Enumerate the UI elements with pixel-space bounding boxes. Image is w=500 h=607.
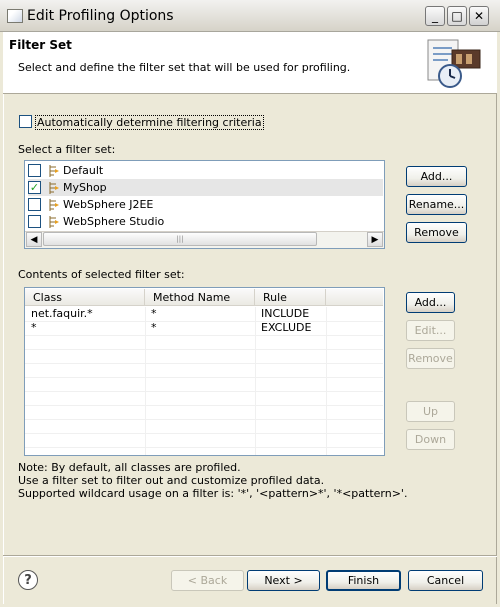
filter-set-checkbox[interactable]: ✓	[28, 181, 41, 194]
grid-line	[25, 349, 383, 350]
cell-rule: INCLUDE	[261, 307, 310, 320]
filter-set-label: Select a filter set:	[18, 143, 116, 156]
page-description: Select and define the filter set that wi…	[18, 61, 351, 74]
grid-line	[25, 321, 383, 322]
auto-criteria-label[interactable]: Automatically determine filtering criter…	[35, 115, 264, 130]
note-text: Use a filter set to filter out and custo…	[18, 474, 325, 487]
list-item[interactable]: ✓ MyShop	[28, 179, 383, 196]
add-filter-set-button[interactable]: Add...	[406, 166, 467, 187]
list-item[interactable]: WebSphere Studio	[28, 213, 164, 230]
filter-set-name: MyShop	[63, 181, 107, 194]
back-button[interactable]: < Back	[171, 570, 244, 591]
scrollbar-thumb[interactable]: |||	[43, 232, 317, 246]
scroll-right-icon[interactable]: ▶	[367, 232, 383, 247]
help-icon[interactable]: ?	[18, 570, 38, 590]
column-header-rule[interactable]: Rule	[255, 289, 326, 306]
edit-filter-button[interactable]: Edit...	[406, 320, 455, 341]
grid-line	[25, 419, 383, 420]
grid-line	[145, 307, 146, 455]
grid-line	[326, 307, 327, 455]
cell-class: net.faquir.*	[31, 307, 93, 320]
cell-method: *	[151, 307, 157, 320]
cell-class: *	[31, 321, 37, 334]
list-item[interactable]: Default	[28, 162, 103, 179]
note-text: Note: By default, all classes are profil…	[18, 461, 241, 474]
filter-set-checkbox[interactable]	[28, 164, 41, 177]
profiling-wizard-icon	[427, 39, 481, 88]
grid-line	[25, 391, 383, 392]
scroll-left-icon[interactable]: ◀	[26, 232, 42, 247]
footer-separator	[3, 555, 497, 557]
grid-line	[255, 307, 256, 455]
add-filter-button[interactable]: Add...	[406, 292, 455, 313]
filter-icon	[49, 164, 59, 177]
cell-method: *	[151, 321, 157, 334]
cancel-button[interactable]: Cancel	[408, 570, 483, 591]
grid-line	[25, 335, 383, 336]
remove-filter-set-button[interactable]: Remove	[406, 222, 467, 243]
next-button[interactable]: Next >	[247, 570, 320, 591]
maximize-button[interactable]: □	[447, 6, 467, 26]
window-title: Edit Profiling Options	[27, 8, 174, 24]
move-down-button[interactable]: Down	[406, 429, 455, 450]
close-button[interactable]: ✕	[469, 6, 489, 26]
note-text: Supported wildcard usage on a filter is:…	[18, 487, 408, 500]
filter-set-checkbox[interactable]	[28, 215, 41, 228]
grid-line	[25, 447, 383, 448]
filter-icon	[49, 215, 59, 228]
contents-label: Contents of selected filter set:	[18, 268, 185, 281]
filter-icon	[49, 198, 59, 211]
grid-line	[25, 433, 383, 434]
minimize-button[interactable]: _	[425, 6, 445, 26]
grid-line	[25, 405, 383, 406]
filter-icon	[49, 181, 59, 194]
window-icon	[7, 9, 23, 23]
column-header-class[interactable]: Class	[25, 289, 145, 306]
remove-filter-button[interactable]: Remove	[406, 348, 455, 369]
rename-filter-set-button[interactable]: Rename...	[406, 194, 467, 215]
page-title: Filter Set	[9, 38, 72, 52]
list-item[interactable]: WebSphere J2EE	[28, 196, 153, 213]
move-up-button[interactable]: Up	[406, 401, 455, 422]
filter-set-checkbox[interactable]	[28, 198, 41, 211]
cell-rule: EXCLUDE	[261, 321, 312, 334]
grid-line	[25, 377, 383, 378]
auto-criteria-checkbox[interactable]	[19, 115, 32, 128]
grid-line	[25, 363, 383, 364]
filter-set-name: WebSphere Studio	[63, 215, 165, 228]
filter-set-name: WebSphere J2EE	[63, 198, 154, 211]
filter-set-name: Default	[63, 164, 104, 177]
finish-button[interactable]: Finish	[326, 570, 401, 591]
column-header-method[interactable]: Method Name	[145, 289, 255, 306]
